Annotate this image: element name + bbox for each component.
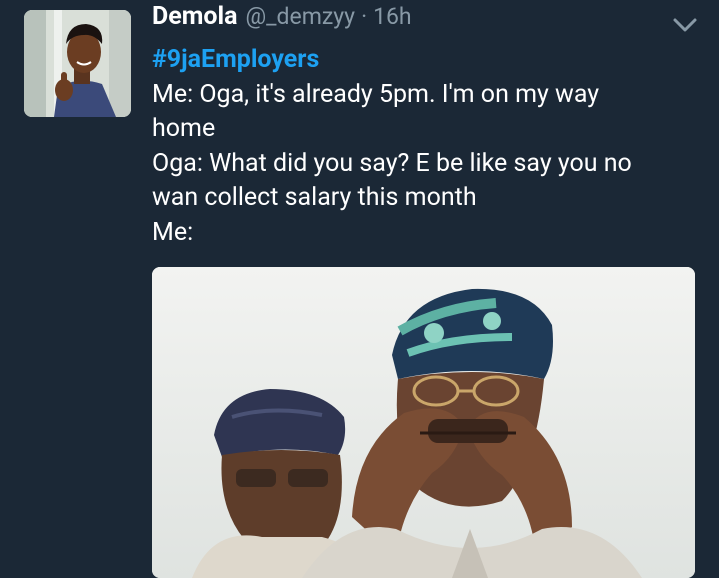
tweet-text-line: home: [152, 114, 216, 143]
tweet-text: #9jaEmployers Me: Oga, it's already 5pm.…: [152, 43, 692, 250]
avatar-photo: [24, 10, 131, 117]
separator-dot: ·: [361, 3, 368, 30]
tweet[interactable]: Demola @_demzyy · 16h #9jaEmployers Me: …: [0, 0, 719, 578]
media-photo: [152, 267, 695, 578]
author-name[interactable]: Demola: [152, 2, 238, 31]
timestamp[interactable]: 16h: [373, 3, 412, 30]
tweet-media-image[interactable]: [152, 267, 695, 578]
tweet-header: Demola @_demzyy · 16h: [152, 2, 412, 42]
tweet-text-line: wan collect salary this month: [152, 183, 477, 212]
tweet-text-line: Me: Oga, it's already 5pm. I'm on my way: [152, 79, 600, 109]
chevron-down-icon[interactable]: [672, 16, 698, 34]
tweet-text-line: Me:: [152, 217, 194, 247]
hashtag-link[interactable]: #9jaEmployers: [152, 43, 692, 78]
author-handle[interactable]: @_demzyy: [246, 3, 356, 30]
tweet-text-line: Oga: What did you say? E be like say you…: [152, 148, 632, 178]
avatar[interactable]: [24, 10, 131, 117]
